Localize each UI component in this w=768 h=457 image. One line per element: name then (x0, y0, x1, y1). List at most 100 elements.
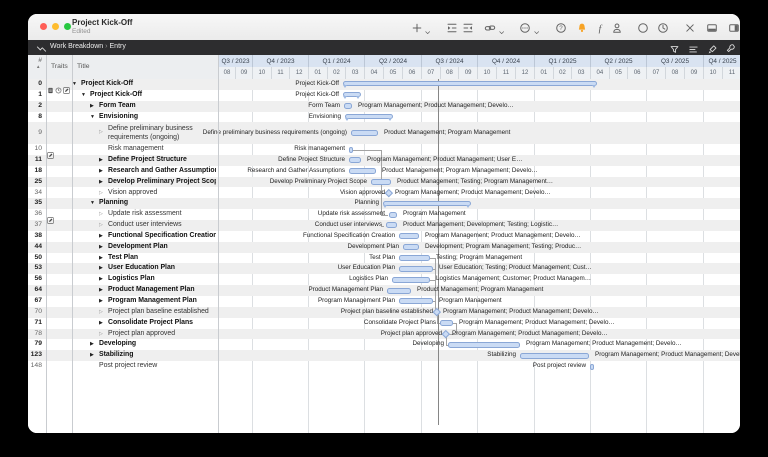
column-divider[interactable] (72, 55, 73, 433)
panel-right-icon[interactable] (728, 21, 740, 33)
disclosure-triangle[interactable]: ▶ (99, 231, 103, 242)
timeline-quarter[interactable]: Q4 / 2023 (252, 55, 308, 67)
timeline-month[interactable]: 01 (534, 67, 553, 79)
disclosure-triangle[interactable]: ▶ (99, 318, 103, 329)
gantt-bar[interactable] (448, 342, 520, 348)
task-title[interactable]: Vision approved (108, 188, 216, 199)
timeline-month[interactable]: 11 (722, 67, 740, 79)
help-circle-icon[interactable]: ? (555, 21, 567, 33)
zoom-window-button[interactable] (64, 23, 71, 30)
task-title[interactable]: Envisioning (99, 112, 216, 123)
timeline-month[interactable]: 03 (571, 67, 590, 79)
timeline-month[interactable]: 06 (627, 67, 646, 79)
panel-bottom-icon[interactable] (706, 21, 718, 33)
disclosure-triangle[interactable]: ▶ (99, 274, 103, 285)
gantt-bar[interactable] (386, 222, 397, 228)
timeline-month[interactable]: 08 (665, 67, 684, 79)
gantt-bar[interactable] (392, 277, 430, 283)
timeline-month[interactable]: 08 (440, 67, 459, 79)
gantt-bar[interactable] (399, 298, 433, 304)
gantt-bar[interactable] (389, 212, 397, 218)
clock-circle-icon[interactable] (657, 21, 669, 33)
timeline-month[interactable]: 11 (271, 67, 290, 79)
disclosure-triangle[interactable]: ▶ (90, 339, 94, 350)
gantt-bar[interactable] (590, 364, 594, 370)
timeline-month[interactable]: 10 (703, 67, 722, 79)
disclosure-triangle[interactable]: ▶ (99, 263, 103, 274)
disclosure-triangle[interactable]: ▷ (99, 220, 103, 231)
task-title[interactable]: Define preliminary business requirements… (108, 122, 216, 142)
cut-x-icon[interactable] (684, 21, 696, 33)
disclosure-triangle[interactable]: ▷ (99, 188, 103, 199)
task-title[interactable]: Risk management (108, 144, 216, 155)
table-chart-divider[interactable] (218, 55, 219, 433)
disclosure-triangle[interactable]: ▶ (99, 285, 103, 296)
timeline-month[interactable]: 01 (308, 67, 327, 79)
timeline-month[interactable]: 12 (515, 67, 534, 79)
gantt-bar[interactable] (520, 353, 589, 359)
timeline-month[interactable]: 12 (289, 67, 308, 79)
task-title[interactable]: Development Plan (108, 242, 216, 253)
task-title[interactable]: Conduct user interviews (108, 220, 216, 231)
gantt-bar[interactable] (349, 168, 376, 174)
timeline-month[interactable]: 05 (609, 67, 628, 79)
gantt-bar[interactable] (403, 244, 419, 250)
gantt-bar[interactable] (351, 130, 378, 136)
task-title[interactable]: Consolidate Project Plans (108, 318, 216, 329)
timeline-quarter[interactable]: Q1 / 2024 (308, 55, 364, 67)
outdent-icon[interactable] (462, 21, 474, 33)
gantt-bar[interactable] (399, 255, 430, 261)
task-title[interactable]: Project plan approved (108, 329, 216, 340)
close-window-button[interactable] (40, 23, 47, 30)
timeline-month[interactable]: 11 (496, 67, 515, 79)
filter-icon[interactable] (669, 42, 680, 53)
ellipsis-circle-icon[interactable] (519, 21, 531, 33)
column-header-traits[interactable]: Traits (51, 55, 68, 79)
timeline-month[interactable]: 04 (364, 67, 383, 79)
disclosure-triangle[interactable]: ▶ (99, 177, 103, 188)
task-title[interactable]: Program Management Plan (108, 296, 216, 307)
timeline-quarter[interactable]: Q4 / 2025 (703, 55, 740, 67)
disclosure-triangle[interactable]: ▶ (99, 253, 103, 264)
gantt-bar[interactable] (387, 288, 411, 294)
minimize-window-button[interactable] (52, 23, 59, 30)
task-title[interactable]: Research and Gather Assumptions (108, 166, 216, 177)
timeline-month[interactable]: 02 (553, 67, 572, 79)
timeline-quarter[interactable]: Q3 / 2023 (218, 55, 252, 67)
disclosure-triangle[interactable]: ▼ (90, 198, 95, 209)
breadcrumb[interactable]: Work Breakdown›Entry (50, 43, 126, 50)
timeline-month[interactable]: 08 (218, 67, 235, 79)
gantt-group-bar[interactable] (345, 114, 393, 119)
column-header-title[interactable]: Title (77, 55, 90, 79)
timeline-quarter[interactable]: Q1 / 2025 (534, 55, 590, 67)
task-title[interactable]: Project Kick-Off (81, 79, 216, 90)
brush-icon[interactable] (707, 42, 718, 53)
gantt-bar[interactable] (349, 147, 353, 153)
disclosure-triangle[interactable]: ▶ (99, 155, 103, 166)
task-title[interactable]: Planning (99, 198, 216, 209)
disclosure-triangle[interactable]: ▶ (99, 242, 103, 253)
task-title[interactable]: Developing (99, 339, 216, 350)
styles-icon[interactable]: f (594, 21, 606, 33)
align-lines-icon[interactable] (688, 42, 699, 53)
wrench-icon[interactable] (725, 42, 736, 53)
disclosure-triangle[interactable]: ▷ (99, 122, 103, 144)
disclosure-triangle[interactable]: ▶ (99, 166, 103, 177)
indent-icon[interactable] (446, 21, 458, 33)
timeline-month[interactable]: 07 (421, 67, 440, 79)
disclosure-triangle[interactable]: ▼ (90, 112, 95, 123)
disclosure-triangle[interactable]: ▶ (99, 296, 103, 307)
task-title[interactable]: Functional Specification Creation (108, 231, 216, 242)
task-title[interactable]: Post project review (99, 361, 216, 372)
timeline-month[interactable]: 03 (345, 67, 364, 79)
disclosure-triangle[interactable]: ▶ (90, 350, 94, 361)
gantt-bar[interactable] (344, 103, 352, 109)
disclosure-triangle[interactable]: ▷ (99, 209, 103, 220)
timeline-month[interactable]: 09 (458, 67, 477, 79)
column-divider[interactable] (46, 55, 47, 433)
task-title[interactable]: Define Project Structure (108, 155, 216, 166)
timeline-month[interactable]: 09 (684, 67, 703, 79)
chevron-down-icon[interactable] (533, 24, 541, 32)
chevron-down-icon[interactable] (498, 24, 506, 32)
person-icon[interactable] (611, 21, 623, 33)
